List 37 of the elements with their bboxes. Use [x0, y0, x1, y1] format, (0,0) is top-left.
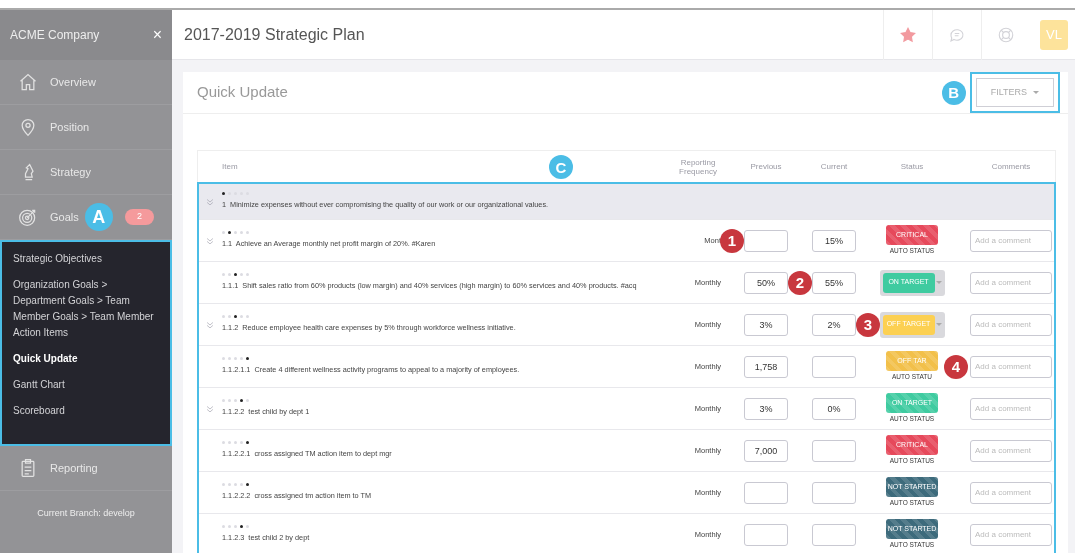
sidebar-label: Reporting	[50, 460, 98, 476]
number-field[interactable]: 15%	[812, 229, 856, 252]
number-field[interactable]: 1,758	[744, 355, 788, 378]
submenu-item[interactable]: Organization Goals > Department Goals > Team Member Goals > Team Member Action Items	[6, 272, 166, 346]
sidebar-label: Goals	[50, 209, 79, 225]
number-field[interactable]: 3%	[744, 397, 788, 420]
callout-marker: C	[549, 155, 573, 179]
callout-marker: 2	[788, 270, 812, 295]
sidebar-label: Overview	[50, 74, 96, 90]
submenu-item[interactable]: Quick Update	[6, 346, 166, 372]
number-field[interactable]: 50%	[744, 271, 788, 294]
number-field[interactable]: 7,000	[744, 439, 788, 462]
number-field[interactable]: 55%	[812, 271, 856, 294]
submenu-item[interactable]: Strategic Objectives	[6, 246, 166, 272]
number-field[interactable]: 3%	[744, 313, 788, 336]
column-header: Reporting Frequency	[678, 158, 718, 176]
column-header: Item	[222, 161, 238, 173]
callout-marker: B	[941, 80, 966, 105]
number-field[interactable]: 0%	[812, 397, 856, 420]
branch-label: Current Branch: develop	[36, 507, 136, 520]
sidebar-label: Position	[50, 119, 90, 135]
company-name: ACME Company	[10, 27, 100, 44]
column-header: Comments	[991, 161, 1031, 173]
count-badge: 2	[125, 209, 154, 225]
number-field[interactable]: 2%	[812, 313, 856, 336]
column-header: Previous	[750, 161, 782, 173]
callout-marker: 1	[720, 228, 744, 253]
column-header: Status	[900, 161, 924, 173]
submenu-item[interactable]: Gantt Chart	[6, 372, 166, 398]
callout-marker: 3	[856, 312, 880, 337]
column-header: Current	[820, 161, 848, 173]
card-title: Quick Update	[197, 82, 288, 103]
submenu-item[interactable]: Scoreboard	[6, 398, 166, 424]
page-title: 2017-2019 Strategic Plan	[183, 24, 366, 45]
sidebar-label: Strategy	[50, 164, 91, 180]
callout-marker: A	[84, 203, 113, 231]
callout-marker: 4	[944, 354, 968, 379]
